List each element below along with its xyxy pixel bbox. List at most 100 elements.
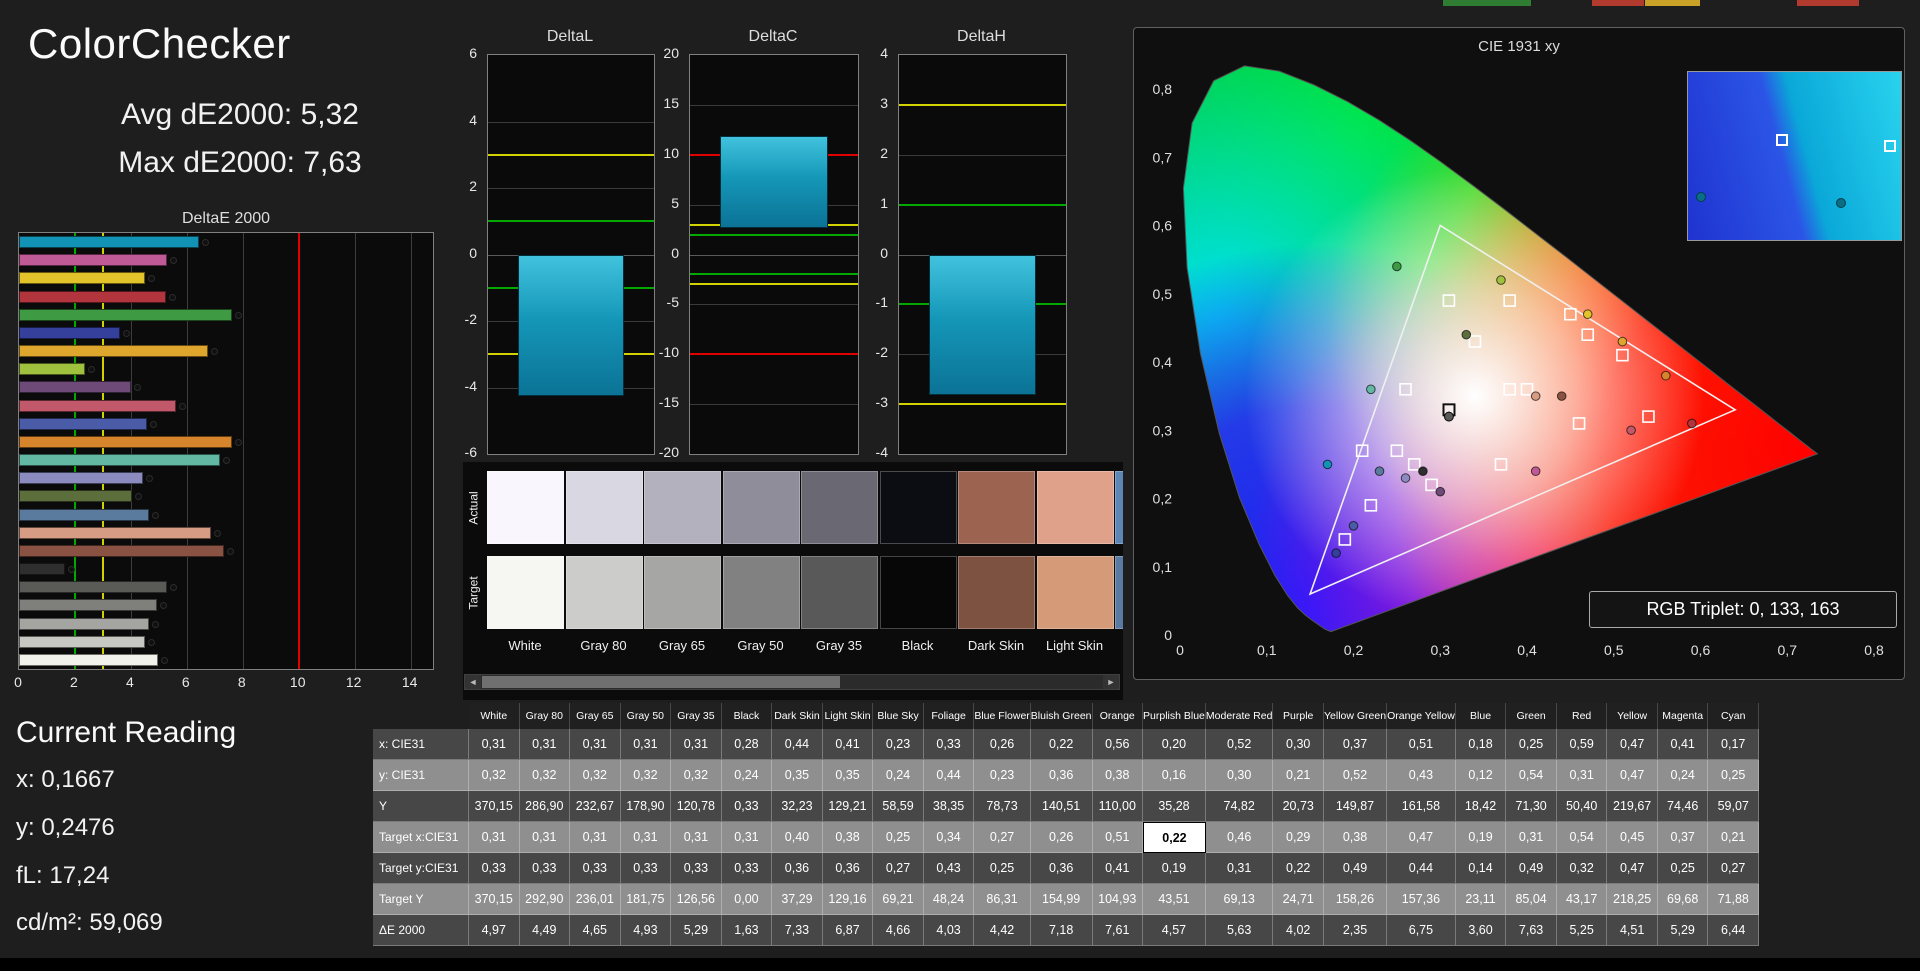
table-cell[interactable]: 0,22: [1030, 729, 1093, 760]
table-cell[interactable]: 0,17: [1708, 729, 1759, 760]
table-cell[interactable]: 0,31: [519, 729, 571, 760]
table-cell[interactable]: 5,25: [1556, 915, 1608, 946]
table-cell[interactable]: 0,32: [570, 760, 621, 791]
table-cell[interactable]: 0,36: [772, 853, 823, 884]
table-cell[interactable]: 0,31: [519, 822, 571, 853]
table-cell[interactable]: 4,49: [519, 915, 571, 946]
table-cell[interactable]: 7,33: [772, 915, 823, 946]
table-cell[interactable]: 78,73: [974, 791, 1031, 822]
table-cell[interactable]: 0,41: [1657, 729, 1709, 760]
table-cell[interactable]: 129,21: [822, 791, 874, 822]
target-swatch-dark-skin[interactable]: [958, 556, 1035, 629]
target-swatch-black[interactable]: [879, 556, 957, 629]
table-cell[interactable]: 0,41: [1092, 853, 1144, 884]
table-cell[interactable]: 37,29: [772, 884, 823, 915]
table-cell[interactable]: 0,31: [469, 822, 520, 853]
table-cell[interactable]: 4,02: [1273, 915, 1324, 946]
table-cell[interactable]: 0,49: [1323, 853, 1388, 884]
table-cell[interactable]: 0,25: [873, 822, 924, 853]
table-cell[interactable]: 23,11: [1455, 884, 1507, 915]
table-cell[interactable]: 5,29: [1657, 915, 1709, 946]
table-cell[interactable]: 0,28: [721, 729, 773, 760]
table-cell[interactable]: 0,22: [1143, 822, 1206, 853]
table-cell[interactable]: 0,34: [923, 822, 975, 853]
actual-swatch-gray-50[interactable]: [722, 471, 800, 544]
table-cell[interactable]: 0,47: [1607, 853, 1658, 884]
table-cell[interactable]: 0,33: [519, 853, 571, 884]
table-cell[interactable]: 0,31: [620, 822, 672, 853]
table-cell[interactable]: 0,16: [1143, 760, 1206, 791]
table-cell[interactable]: 178,90: [620, 791, 672, 822]
table-cell[interactable]: 7,18: [1030, 915, 1093, 946]
table-cell[interactable]: 0,27: [1708, 853, 1759, 884]
table-cell[interactable]: 157,36: [1387, 884, 1456, 915]
table-cell[interactable]: 0,45: [1607, 822, 1658, 853]
table-cell[interactable]: 0,19: [1455, 822, 1507, 853]
table-cell[interactable]: 370,15: [469, 884, 520, 915]
table-cell[interactable]: 0,31: [721, 822, 773, 853]
table-cell[interactable]: 0,38: [1323, 822, 1388, 853]
table-cell[interactable]: 0,31: [1205, 853, 1274, 884]
table-cell[interactable]: 0,33: [721, 853, 773, 884]
target-swatch-white[interactable]: [487, 556, 564, 629]
table-cell[interactable]: 0,31: [671, 822, 722, 853]
target-swatch-gray-50[interactable]: [722, 556, 800, 629]
table-cell[interactable]: 7,61: [1092, 915, 1144, 946]
table-cell[interactable]: 0,32: [519, 760, 571, 791]
table-cell[interactable]: 0,54: [1556, 822, 1608, 853]
scroll-right-arrow-icon[interactable]: ►: [1103, 675, 1119, 689]
table-cell[interactable]: 4,03: [923, 915, 975, 946]
table-cell[interactable]: 6,44: [1708, 915, 1759, 946]
table-cell[interactable]: 0,43: [923, 853, 975, 884]
table-cell[interactable]: 0,44: [923, 760, 975, 791]
table-cell[interactable]: 0,19: [1143, 853, 1206, 884]
table-cell[interactable]: 0,24: [721, 760, 773, 791]
table-cell[interactable]: 3,60: [1455, 915, 1507, 946]
table-cell[interactable]: 0,51: [1387, 729, 1456, 760]
table-cell[interactable]: 0,49: [1506, 853, 1557, 884]
table-cell[interactable]: 0,31: [570, 822, 621, 853]
table-cell[interactable]: 32,23: [772, 791, 823, 822]
table-cell[interactable]: 0,36: [822, 853, 874, 884]
target-swatch-gray-80[interactable]: [565, 556, 643, 629]
table-cell[interactable]: 0,33: [721, 791, 773, 822]
table-cell[interactable]: 85,04: [1506, 884, 1557, 915]
table-cell[interactable]: 50,40: [1556, 791, 1608, 822]
table-cell[interactable]: 0,38: [822, 822, 874, 853]
table-cell[interactable]: 286,90: [519, 791, 571, 822]
table-cell[interactable]: 24,71: [1273, 884, 1324, 915]
table-cell[interactable]: 104,93: [1092, 884, 1144, 915]
table-cell[interactable]: 181,75: [620, 884, 672, 915]
table-cell[interactable]: 0,31: [620, 729, 672, 760]
table-cell[interactable]: 69,21: [873, 884, 924, 915]
table-cell[interactable]: 74,46: [1657, 791, 1709, 822]
table-cell[interactable]: 86,31: [974, 884, 1031, 915]
table-cell[interactable]: 0,00: [721, 884, 773, 915]
table-cell[interactable]: 0,37: [1323, 729, 1388, 760]
table-cell[interactable]: 6,75: [1387, 915, 1456, 946]
table-cell[interactable]: 0,33: [469, 853, 520, 884]
table-cell[interactable]: 292,90: [519, 884, 571, 915]
actual-swatch-gray-35[interactable]: [801, 471, 878, 544]
table-cell[interactable]: 0,33: [570, 853, 621, 884]
table-cell[interactable]: 0,30: [1273, 729, 1324, 760]
table-cell[interactable]: 38,35: [923, 791, 975, 822]
table-cell[interactable]: 154,99: [1030, 884, 1093, 915]
table-cell[interactable]: 0,18: [1455, 729, 1507, 760]
table-cell[interactable]: 0,25: [1708, 760, 1759, 791]
scroll-left-arrow-icon[interactable]: ◄: [465, 675, 481, 689]
actual-swatch-blue-sky[interactable]: [1115, 471, 1123, 544]
table-cell[interactable]: 0,26: [1030, 822, 1093, 853]
table-cell[interactable]: 0,22: [1273, 853, 1324, 884]
table-cell[interactable]: 0,36: [1030, 760, 1093, 791]
table-cell[interactable]: 0,27: [873, 853, 924, 884]
table-cell[interactable]: 0,32: [1556, 853, 1608, 884]
table-cell[interactable]: 35,28: [1143, 791, 1206, 822]
table-cell[interactable]: 0,31: [570, 729, 621, 760]
table-cell[interactable]: 2,35: [1323, 915, 1388, 946]
table-cell[interactable]: 5,63: [1205, 915, 1274, 946]
table-cell[interactable]: 4,93: [620, 915, 672, 946]
table-cell[interactable]: 0,25: [974, 853, 1031, 884]
table-cell[interactable]: 0,31: [469, 729, 520, 760]
target-swatch-gray-35[interactable]: [801, 556, 878, 629]
